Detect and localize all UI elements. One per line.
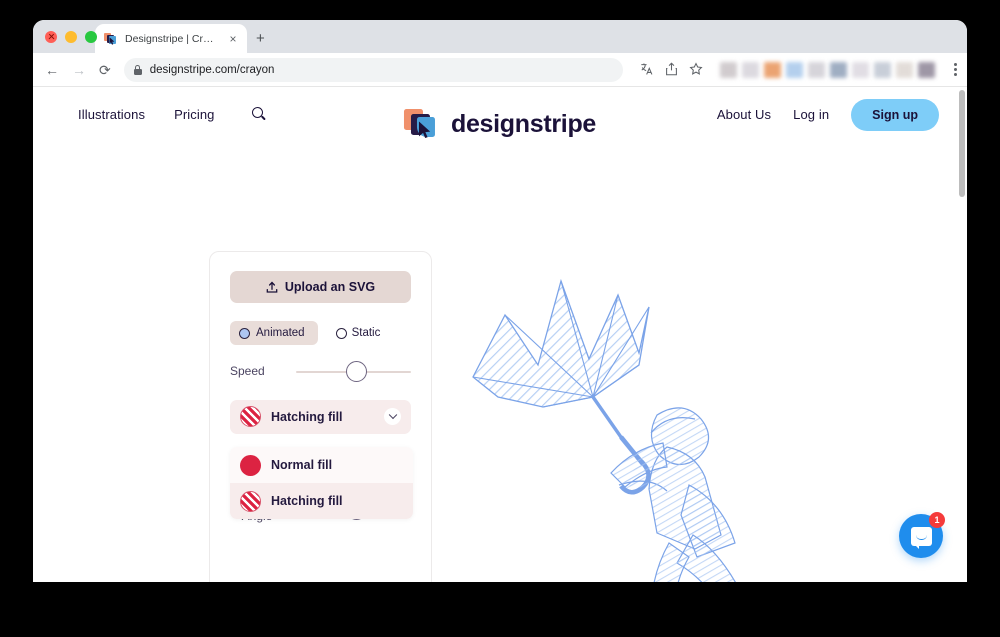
chevron-down-icon[interactable]	[384, 408, 401, 426]
speed-slider-knob[interactable]	[346, 361, 368, 383]
screen: Designstripe | Crayon × + ← → ⟳ designst…	[0, 0, 1000, 637]
upload-svg-button[interactable]: Upload an SVG	[230, 271, 411, 303]
minimize-window-button[interactable]	[65, 31, 77, 43]
primary-nav: Illustrations Pricing	[78, 107, 267, 122]
share-icon[interactable]	[665, 61, 678, 78]
search-icon[interactable]	[251, 107, 267, 122]
secondary-nav: About Us Log in Sign up	[717, 98, 939, 131]
nav-link-log-in[interactable]: Log in	[793, 107, 829, 122]
chat-launcher-button[interactable]: 1	[899, 512, 945, 558]
speed-label: Speed	[230, 364, 265, 378]
radio-static[interactable]: Static	[328, 321, 389, 345]
speed-slider-row: Speed	[230, 361, 411, 383]
toolbar-icon-group	[640, 61, 957, 78]
extension-icons[interactable]	[720, 61, 935, 78]
radio-static-label: Static	[351, 327, 381, 339]
address-bar[interactable]: designstripe.com/crayon	[123, 57, 623, 82]
nav-link-illustrations[interactable]: Illustrations	[78, 107, 145, 122]
fill-type-dropdown-menu: Normal fill Hatching fill	[230, 447, 413, 519]
radio-animated[interactable]: Animated	[230, 321, 318, 345]
menu-item-normal-fill-label: Normal fill	[271, 458, 333, 472]
crayon-control-panel: Upload an SVG Animated Static Speed Hatc…	[209, 251, 432, 582]
translate-icon[interactable]	[640, 62, 654, 78]
nav-link-pricing[interactable]: Pricing	[174, 107, 214, 122]
lock-icon	[133, 64, 142, 75]
tab-strip: Designstripe | Crayon × +	[33, 20, 967, 53]
brand-name: designstripe	[450, 109, 597, 138]
illustration-canvas	[443, 247, 863, 582]
tab-favicon-icon	[104, 32, 118, 46]
browser-menu-icon[interactable]	[954, 63, 957, 76]
menu-item-hatching-fill[interactable]: Hatching fill	[230, 483, 413, 519]
hatching-swatch-icon	[240, 406, 261, 428]
normal-swatch-icon	[240, 454, 261, 476]
upload-svg-label: Upload an SVG	[284, 280, 376, 294]
maximize-window-button[interactable]	[85, 31, 97, 43]
bookmark-star-icon[interactable]	[689, 61, 703, 78]
menu-item-normal-fill[interactable]: Normal fill	[230, 447, 413, 483]
sign-up-button[interactable]: Sign up	[851, 98, 939, 131]
browser-tab[interactable]: Designstripe | Crayon ×	[95, 24, 247, 53]
radio-animated-indicator	[239, 327, 250, 339]
upload-icon	[266, 281, 278, 294]
address-bar-url: designstripe.com/crayon	[149, 63, 275, 76]
tab-close-icon[interactable]: ×	[226, 33, 240, 45]
radio-static-indicator	[335, 327, 347, 339]
forward-button[interactable]: →	[72, 63, 86, 77]
page-content: Illustrations Pricing designstripe About…	[33, 87, 967, 582]
reload-button[interactable]: ⟳	[99, 63, 111, 77]
intercom-message-icon	[910, 526, 932, 549]
designstripe-logo-icon	[403, 107, 440, 141]
fill-type-select[interactable]: Hatching fill	[230, 399, 411, 434]
back-button[interactable]: ←	[45, 63, 59, 77]
mode-radio-group: Animated Static	[230, 321, 411, 345]
speed-slider-track[interactable]	[296, 361, 411, 383]
nav-link-about-us[interactable]: About Us	[717, 107, 771, 122]
tab-title: Designstripe | Crayon	[125, 32, 219, 45]
brand-logo[interactable]: designstripe	[403, 107, 597, 141]
menu-item-hatching-fill-label: Hatching fill	[271, 494, 343, 508]
umbrella-person-illustration	[472, 278, 736, 582]
fill-type-value: Hatching fill	[271, 409, 343, 424]
new-tab-button[interactable]: +	[256, 31, 265, 46]
hatching-swatch-icon	[240, 490, 261, 512]
page-scrollbar-thumb[interactable]	[959, 90, 965, 197]
site-header: Illustrations Pricing designstripe About…	[33, 87, 967, 142]
browser-window: Designstripe | Crayon × + ← → ⟳ designst…	[33, 20, 967, 582]
window-controls[interactable]	[45, 31, 97, 43]
chat-unread-badge: 1	[929, 512, 945, 528]
close-window-button[interactable]	[45, 31, 57, 43]
radio-animated-label: Animated	[256, 327, 305, 339]
browser-toolbar: ← → ⟳ designstripe.com/crayon	[33, 53, 967, 87]
